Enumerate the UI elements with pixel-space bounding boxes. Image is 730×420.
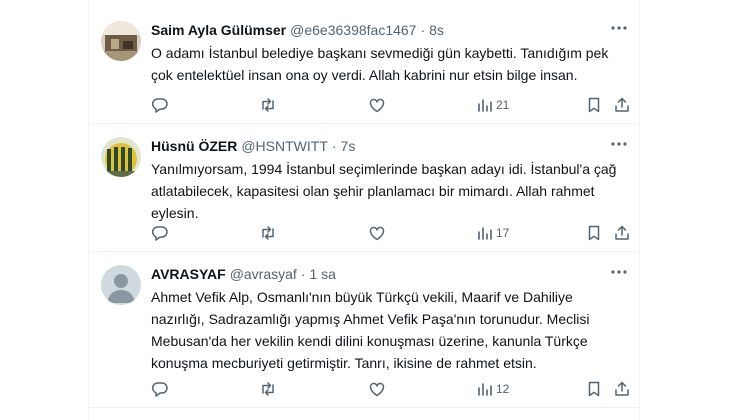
share-icon[interactable] [613, 95, 631, 115]
tweet[interactable]: Hüsnü ÖZER @HSNTWITT · 7s Yanılmıyorsam,… [89, 125, 640, 252]
tweet-header: AVRASYAF @avrasyaf · 1 sa [151, 265, 628, 283]
views-count: 21 [496, 98, 510, 112]
separator: · [300, 266, 306, 282]
tweet-actions: 12 [151, 379, 631, 399]
user-name[interactable]: Hüsnü ÖZER [151, 137, 237, 155]
views-icon [478, 99, 492, 112]
more-horizontal-icon[interactable] [610, 135, 628, 153]
views-button[interactable]: 12 [477, 379, 509, 399]
views-icon [478, 383, 492, 396]
views-button[interactable]: 21 [477, 95, 509, 115]
heart-icon[interactable] [368, 379, 386, 399]
retweet-icon[interactable] [259, 379, 277, 399]
reply-icon[interactable] [151, 379, 169, 399]
share-icon[interactable] [613, 379, 631, 399]
tweet-actions: 17 [151, 223, 631, 243]
avatar[interactable] [101, 265, 141, 305]
reply-icon[interactable] [151, 95, 169, 115]
user-name[interactable]: Saim Ayla Gülümser [151, 21, 286, 39]
tweet[interactable]: Saim Ayla Gülümser @e6e36398fac1467 · 8s… [89, 9, 640, 124]
avatar[interactable] [101, 137, 141, 177]
tweet-feed: Saim Ayla Gülümser @e6e36398fac1467 · 8s… [88, 0, 640, 420]
timestamp[interactable]: 1 sa [309, 265, 335, 283]
more-horizontal-icon[interactable] [610, 263, 628, 281]
user-handle[interactable]: @avrasyaf [230, 265, 297, 283]
more-horizontal-icon[interactable] [610, 19, 628, 37]
avatar[interactable] [101, 21, 141, 61]
tweet[interactable]: AVRASYAF @avrasyaf · 1 sa Ahmet Vefik Al… [89, 253, 640, 408]
bookmark-icon[interactable] [585, 95, 603, 115]
tweet-header: Saim Ayla Gülümser @e6e36398fac1467 · 8s [151, 21, 628, 39]
reply-icon[interactable] [151, 223, 169, 243]
user-name[interactable]: AVRASYAF [151, 265, 226, 283]
tweet-header: Hüsnü ÖZER @HSNTWITT · 7s [151, 137, 628, 155]
timestamp[interactable]: 8s [429, 21, 444, 39]
tweet-text: Yanılmıyorsam, 1994 İstanbul seçimlerind… [151, 161, 617, 221]
heart-icon[interactable] [368, 95, 386, 115]
separator: · [420, 22, 426, 38]
views-count: 12 [496, 382, 510, 396]
views-count: 17 [496, 226, 510, 240]
user-handle[interactable]: @e6e36398fac1467 [290, 21, 416, 39]
retweet-icon[interactable] [259, 95, 277, 115]
retweet-icon[interactable] [259, 223, 277, 243]
bookmark-icon[interactable] [585, 223, 603, 243]
tweet-actions: 21 [151, 95, 631, 115]
bookmark-icon[interactable] [585, 379, 603, 399]
tweet-text: Ahmet Vefik Alp, Osmanlı'nın büyük Türkç… [151, 289, 590, 371]
timestamp[interactable]: 7s [341, 137, 356, 155]
user-handle[interactable]: @HSNTWITT [241, 137, 328, 155]
heart-icon[interactable] [368, 223, 386, 243]
views-icon [478, 227, 492, 240]
separator: · [331, 138, 337, 154]
tweet-text: O adamı İstanbul belediye başkanı sevmed… [151, 45, 609, 83]
views-button[interactable]: 17 [477, 223, 509, 243]
share-icon[interactable] [613, 223, 631, 243]
